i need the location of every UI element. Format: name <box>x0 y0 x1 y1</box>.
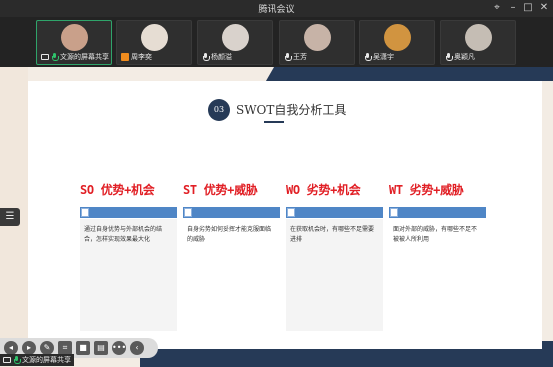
decor-band <box>285 67 553 81</box>
title-bar: 腾讯会议 ⌖ – □ ✕ <box>0 0 553 17</box>
participant-name: 吴潇宇 <box>373 53 394 61</box>
column-text: 自身劣势如何妥挥才能克服面临的威胁 <box>183 219 280 331</box>
screenshot-icon[interactable]: ⌗ <box>58 341 72 355</box>
slide-title: SWOT自我分析工具 <box>236 103 347 117</box>
participant-tile-2[interactable]: 杨颜溢 <box>197 20 273 65</box>
participant-name: 周李奕 <box>131 53 152 61</box>
shared-screen: 03 SWOT自我分析工具 SO 优势+机会 通过自身优势与外部机会的结合，怎样… <box>0 67 553 367</box>
list-menu-icon[interactable]: ☰ <box>0 208 20 226</box>
screen-share-icon <box>41 54 49 60</box>
collapse-icon[interactable]: ‹ <box>130 341 144 355</box>
participant-name: 文源的屏幕共享 <box>60 53 109 61</box>
mic-icon <box>13 356 21 364</box>
column-heading: SO 优势+机会 <box>80 183 155 197</box>
back-icon[interactable]: ◂ <box>4 341 18 355</box>
participant-tile-4[interactable]: 吴潇宇 <box>359 20 435 65</box>
avatar <box>221 24 249 51</box>
participant-tile-1[interactable]: 周李奕 <box>116 20 192 65</box>
swot-column-st: ST 优势+威胁 自身劣势如何妥挥才能克服面临的威胁 <box>183 181 280 331</box>
avatar <box>383 24 411 51</box>
mic-icon <box>51 53 59 61</box>
column-bar <box>80 207 177 218</box>
column-bar <box>286 207 383 218</box>
pen-icon[interactable]: ✎ <box>40 341 54 355</box>
more-icon[interactable]: ••• <box>112 341 126 355</box>
swot-column-so: SO 优势+机会 通过自身优势与外部机会的结合，怎样实现效果最大化 <box>80 181 177 331</box>
checkbox-icon <box>81 208 89 217</box>
participant-strip: 文源的屏幕共享 周李奕 杨颜溢 王芳 吴潇宇 奥颖凡 <box>0 17 553 67</box>
column-text: 通过自身优势与外部机会的结合，怎样实现效果最大化 <box>80 219 177 331</box>
column-heading: WO 劣势+机会 <box>286 183 361 197</box>
mic-icon <box>284 53 292 61</box>
share-label-text: 文源的屏幕共享 <box>22 356 71 364</box>
avatar <box>303 24 331 51</box>
checkbox-icon <box>184 208 192 217</box>
title-underline <box>264 121 284 123</box>
pin-icon[interactable]: ⌖ <box>490 1 504 15</box>
close-button[interactable]: ✕ <box>537 1 551 15</box>
window-title: 腾讯会议 <box>258 5 295 15</box>
column-heading: ST 优势+威胁 <box>183 183 258 197</box>
checkbox-icon <box>287 208 295 217</box>
avatar <box>464 24 492 51</box>
column-text: 面对外部的威胁，有哪些不足不被被人所利用 <box>389 219 486 331</box>
orange-user-icon <box>121 53 129 61</box>
swot-column-wt: WT 劣势+威胁 面对外部的威胁，有哪些不足不被被人所利用 <box>389 181 486 331</box>
mic-icon <box>364 53 372 61</box>
mic-icon <box>445 53 453 61</box>
column-bar <box>183 207 280 218</box>
minimize-button[interactable]: – <box>506 1 520 15</box>
checkbox-icon <box>390 208 398 217</box>
swot-column-wo: WO 劣势+机会 在获取机会时，有哪些不足需要进排 <box>286 181 383 331</box>
participant-name: 奥颖凡 <box>454 53 475 61</box>
avatar <box>60 24 88 51</box>
column-heading: WT 劣势+威胁 <box>389 183 464 197</box>
meeting-window: 腾讯会议 ⌖ – □ ✕ 文源的屏幕共享 周李奕 杨颜溢 王芳 吴潇宇 奥颖凡 <box>0 0 553 367</box>
avatar <box>140 24 168 51</box>
column-bar <box>389 207 486 218</box>
participant-tile-0[interactable]: 文源的屏幕共享 <box>36 20 112 65</box>
chat-icon[interactable]: ▤ <box>94 341 108 355</box>
screen-share-icon <box>3 357 11 363</box>
presentation-slide: 03 SWOT自我分析工具 SO 优势+机会 通过自身优势与外部机会的结合，怎样… <box>28 81 542 349</box>
maximize-button[interactable]: □ <box>521 1 535 15</box>
forward-icon[interactable]: ▸ <box>22 341 36 355</box>
section-badge: 03 <box>208 99 230 121</box>
column-text: 在获取机会时，有哪些不足需要进排 <box>286 219 383 331</box>
mic-icon <box>202 53 210 61</box>
participant-name: 杨颜溢 <box>211 53 232 61</box>
camera-icon[interactable]: ■ <box>76 341 90 355</box>
participant-tile-5[interactable]: 奥颖凡 <box>440 20 516 65</box>
screen-share-status: 文源的屏幕共享 <box>0 354 74 366</box>
participant-name: 王芳 <box>293 53 307 61</box>
participant-tile-3[interactable]: 王芳 <box>279 20 355 65</box>
